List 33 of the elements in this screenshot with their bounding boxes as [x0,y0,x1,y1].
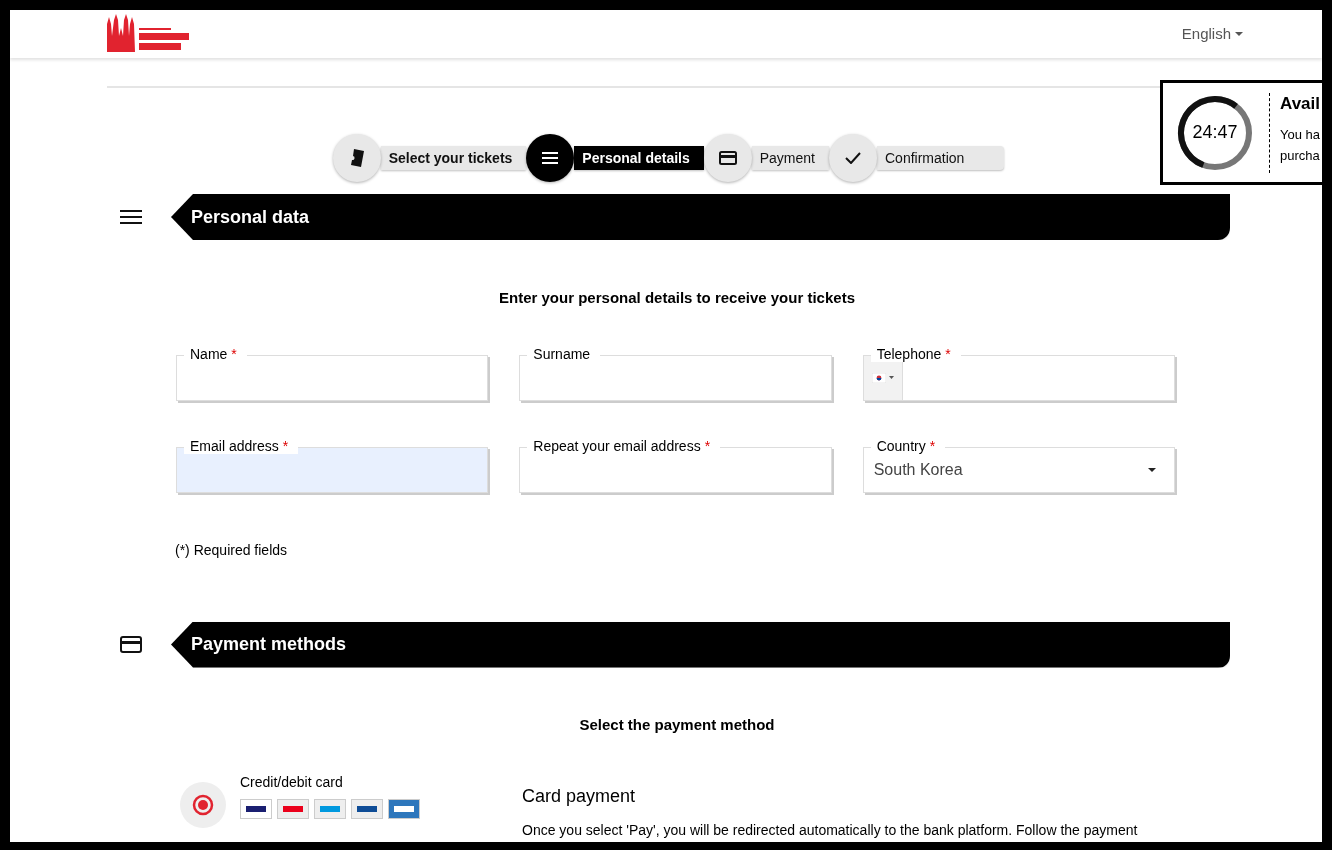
caret-icon [1235,32,1243,36]
menu-icon [542,152,559,164]
field-label: Repeat your email address * [527,437,721,454]
popup-title: Avail [1280,92,1320,115]
step-label[interactable]: Confirmation [877,146,1005,170]
menu-icon [120,209,142,225]
countdown-time: 24:47 [1191,121,1239,144]
radio-dot-icon [192,794,214,816]
section-title: Personal data [191,205,310,229]
step-label[interactable]: Select your tickets [380,146,527,170]
radio-button[interactable] [180,782,226,828]
field-label: Telephone * [870,345,961,362]
ticket-icon [349,149,364,167]
step-label[interactable]: Payment [751,146,829,170]
method-label: Credit/debit card [240,773,344,792]
field-label: Email address * [184,437,299,454]
check-icon [845,152,861,164]
caret-icon [1148,467,1156,472]
flag-icon [871,372,886,383]
select-value: South Korea [873,459,964,480]
language-dropdown[interactable]: English [1181,22,1243,46]
payment-intro: Select the payment method [578,714,776,735]
required-note: (*) Required fields [175,540,289,560]
step-label[interactable]: Personal details [574,146,704,170]
form-intro: Enter your personal details to receive your tickets [498,288,856,308]
popup-message: You ha purcha [1280,126,1320,165]
logo-icon[interactable] [107,14,191,54]
caret-icon [888,376,894,379]
card-payment-title: Card payment [522,785,637,808]
section-title: Payment methods [191,633,347,656]
card-payment-text: Once you select 'Pay', you will be redirected automatically to the bank platform. Follow the payment [522,821,1138,840]
credit-card-icon [120,636,142,653]
credit-card-icon [718,151,737,165]
